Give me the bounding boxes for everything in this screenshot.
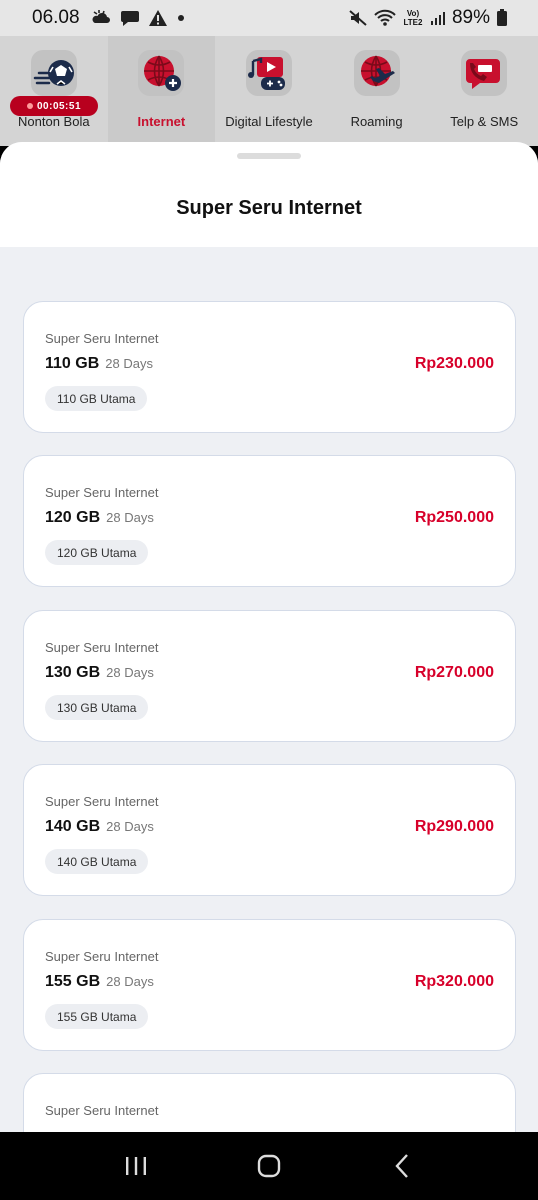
package-card[interactable]: Super Seru Internet 120 GB 28 Days 120 G… — [23, 455, 516, 587]
status-time: 06.08 — [32, 7, 80, 28]
package-name: Super Seru Internet — [45, 485, 159, 500]
package-name: Super Seru Internet — [45, 331, 159, 346]
package-quota-line: 155 GB 28 Days — [45, 973, 154, 991]
category-label: Nonton Bola — [18, 114, 90, 129]
package-quota: 155 GB — [45, 973, 101, 990]
package-name: Super Seru Internet — [45, 794, 159, 809]
package-card[interactable]: Super Seru Internet 140 GB 28 Days 140 G… — [23, 764, 516, 896]
back-button[interactable] — [382, 1146, 422, 1186]
category-nonton-bola[interactable]: 00:05:51 Nonton Bola — [0, 36, 108, 146]
recents-button[interactable] — [116, 1146, 156, 1186]
package-quota: 110 GB — [45, 355, 100, 372]
category-digital-lifestyle[interactable]: Digital Lifestyle — [215, 36, 323, 146]
package-price: Rp320.000 — [414, 973, 494, 990]
package-price: Rp270.000 — [414, 664, 494, 681]
package-bottom-sheet: Super Seru Internet Super Seru Internet … — [0, 142, 538, 1132]
category-internet[interactable]: Internet — [107, 36, 216, 146]
signal-icon — [430, 10, 446, 26]
package-duration: 28 Days — [105, 356, 153, 371]
package-name: Super Seru Internet — [45, 640, 159, 655]
status-bar: 06.08 Vo) LTE2 89% — [0, 0, 538, 36]
package-price: Rp250.000 — [414, 509, 494, 526]
package-card[interactable]: Super Seru Internet 155 GB 28 Days 155 G… — [23, 919, 516, 1051]
package-duration: 28 Days — [106, 665, 154, 680]
phone-chat-icon — [461, 50, 508, 96]
wifi-icon — [374, 9, 396, 27]
sheet-header: Super Seru Internet — [0, 142, 538, 247]
weather-icon — [92, 9, 112, 27]
package-quota: 140 GB — [45, 818, 101, 835]
package-price: Rp290.000 — [414, 818, 494, 835]
package-duration: 28 Days — [106, 510, 154, 525]
package-quota-chip: 130 GB Utama — [45, 695, 149, 720]
soccer-ball-icon — [30, 50, 77, 96]
category-tabs: 00:05:51 Nonton Bola Internet Digital Li… — [0, 36, 538, 146]
package-duration: 28 Days — [106, 974, 154, 989]
volte-icon: Vo) LTE2 — [403, 9, 423, 27]
package-quota-chip: 120 GB Utama — [45, 540, 149, 565]
category-roaming[interactable]: Roaming — [323, 36, 431, 146]
category-telp-sms[interactable]: Telp & SMS — [430, 36, 538, 146]
category-label: Telp & SMS — [450, 114, 519, 129]
globe-airplane-icon — [353, 50, 400, 96]
package-quota-line: 110 GB 28 Days — [45, 355, 153, 373]
back-icon — [395, 1154, 408, 1178]
home-button[interactable] — [249, 1146, 289, 1186]
notification-dot-icon — [176, 13, 186, 23]
drag-handle[interactable] — [237, 153, 301, 159]
package-quota-line: 130 GB 28 Days — [45, 664, 154, 682]
package-quota-chip: 110 GB Utama — [45, 386, 148, 411]
package-quota: 120 GB — [45, 509, 101, 526]
package-quota-chip: 140 GB Utama — [45, 849, 149, 874]
package-card[interactable]: Super Seru Internet 110 GB 28 Days 110 G… — [23, 301, 516, 433]
live-timer-text: 00:05:51 — [36, 100, 82, 112]
package-quota-line: 140 GB 28 Days — [45, 818, 154, 836]
warning-icon — [148, 9, 168, 27]
package-card[interactable]: Super Seru Internet 130 GB 28 Days 130 G… — [23, 610, 516, 742]
sheet-title: Super Seru Internet — [176, 197, 362, 219]
package-quota: 130 GB — [45, 664, 101, 681]
digital-lifestyle-icon — [245, 50, 292, 96]
package-card[interactable]: Super Seru Internet — [23, 1073, 516, 1132]
globe-plus-icon — [138, 50, 185, 96]
category-label: Internet — [137, 114, 186, 129]
package-name: Super Seru Internet — [45, 1103, 159, 1118]
package-duration: 28 Days — [106, 819, 154, 834]
chat-icon — [120, 9, 140, 27]
battery-percent: 89% — [451, 7, 490, 28]
package-quota-line: 120 GB 28 Days — [45, 509, 154, 527]
battery-icon — [496, 9, 508, 27]
live-dot-icon — [26, 103, 33, 109]
category-label: Roaming — [350, 114, 403, 129]
category-label: Digital Lifestyle — [225, 114, 313, 129]
package-quota-chip: 155 GB Utama — [45, 1004, 149, 1029]
mute-icon — [348, 9, 368, 27]
system-nav-bar — [0, 1132, 538, 1200]
package-price: Rp230.000 — [414, 355, 494, 372]
package-name: Super Seru Internet — [45, 949, 159, 964]
live-timer-badge: 00:05:51 — [10, 96, 98, 116]
home-icon — [257, 1154, 281, 1178]
recents-icon — [126, 1157, 147, 1175]
